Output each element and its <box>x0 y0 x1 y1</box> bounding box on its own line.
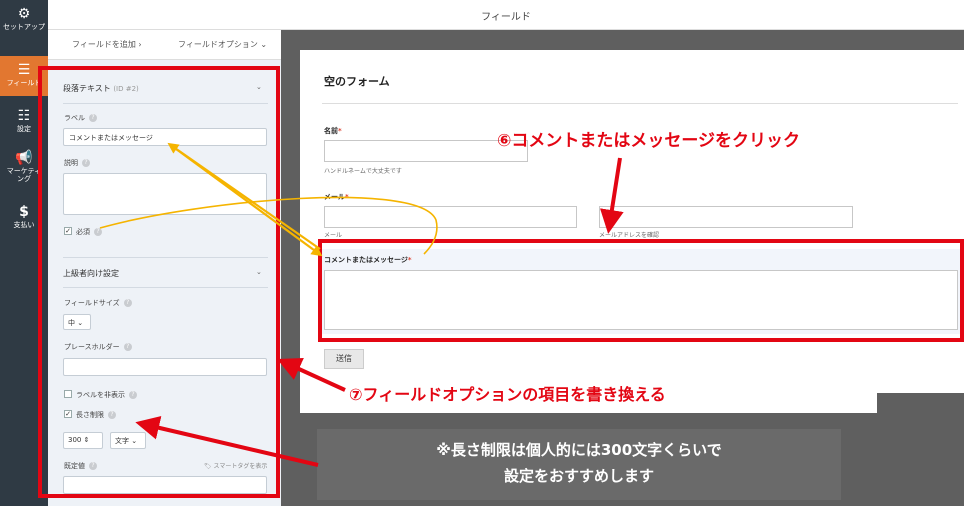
annotation-arrows <box>99 142 624 467</box>
yellow-arrow-to-comment <box>171 145 323 257</box>
red-arrow-step6 <box>599 157 624 234</box>
red-arrow-step7 <box>277 358 346 392</box>
yellow-curve <box>99 196 438 255</box>
red-arrow-note <box>135 416 319 467</box>
